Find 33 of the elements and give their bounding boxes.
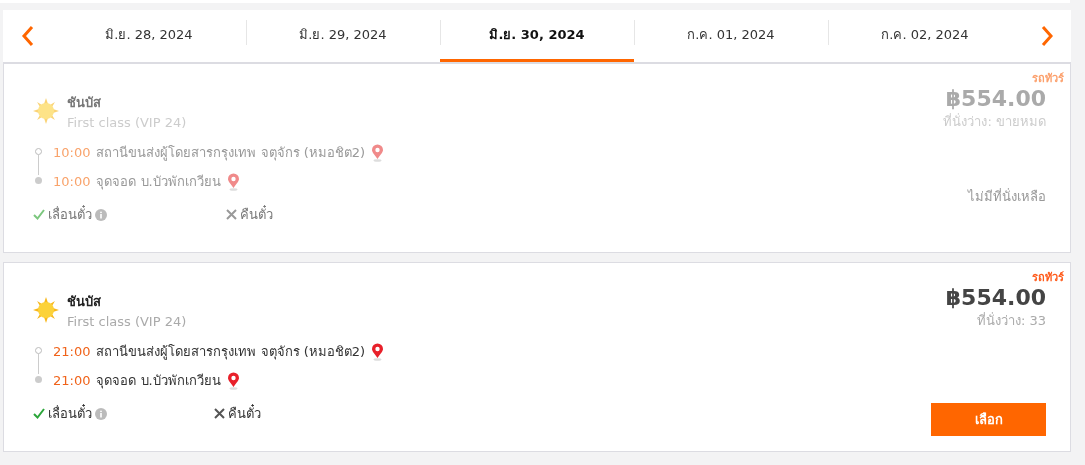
bus-type-tag: รถทัวร์ <box>1032 69 1064 87</box>
policy-label: เลื่อนตั๋ว <box>48 403 92 423</box>
price: ฿554.00 <box>945 86 1046 111</box>
bus-class: First class (VIP 24) <box>67 314 187 329</box>
bus-type-tag: รถทัวร์ <box>1032 268 1064 286</box>
stop-name: จุดจอด บ.บัวพักเกวียน <box>96 173 221 192</box>
date-tab[interactable]: ก.ค. 01, 2024 <box>634 10 828 62</box>
price: ฿554.00 <box>945 285 1046 310</box>
map-pin-icon <box>226 172 240 191</box>
policy-label: คืนตั๋ว <box>240 204 273 224</box>
map-pin-icon <box>226 371 240 390</box>
operator-name: ชันบัส <box>67 94 102 112</box>
no-seats-note: ไม่มีที่นั่งเหลือ <box>968 187 1046 206</box>
stop-name: สถานีขนส่งผู้โดยสารกรุงเทพ จตุจักร (หมอชิต2) <box>96 144 366 163</box>
date-tab[interactable]: มิ.ย. 28, 2024 <box>52 10 246 62</box>
timeline-dot <box>35 376 42 383</box>
operator-name: ชันบัส <box>67 293 102 311</box>
policy-label: เลื่อนตั๋ว <box>48 204 92 224</box>
departure-time: 21:00 <box>53 373 91 388</box>
map-pin-icon <box>371 342 385 361</box>
stop-name: สถานีขนส่งผู้โดยสารกรุงเทพ จตุจักร (หมอชิต2) <box>96 343 366 362</box>
policy-label: คืนตั๋ว <box>228 403 261 423</box>
stop-name: จุดจอด บ.บัวพักเกวียน <box>96 372 221 391</box>
sun-icon <box>33 98 59 124</box>
departure-time: 21:00 <box>53 344 91 359</box>
departure-time: 10:00 <box>53 174 91 189</box>
timeline-dot <box>35 177 42 184</box>
departure-time: 10:00 <box>53 145 91 160</box>
sun-icon <box>33 297 59 323</box>
map-pin-icon <box>371 143 385 162</box>
date-tab[interactable]: มิ.ย. 29, 2024 <box>246 10 440 62</box>
date-tab[interactable]: ก.ค. 02, 2024 <box>828 10 1022 62</box>
seats-available: ที่นั่งว่าง: 33 <box>976 311 1046 330</box>
